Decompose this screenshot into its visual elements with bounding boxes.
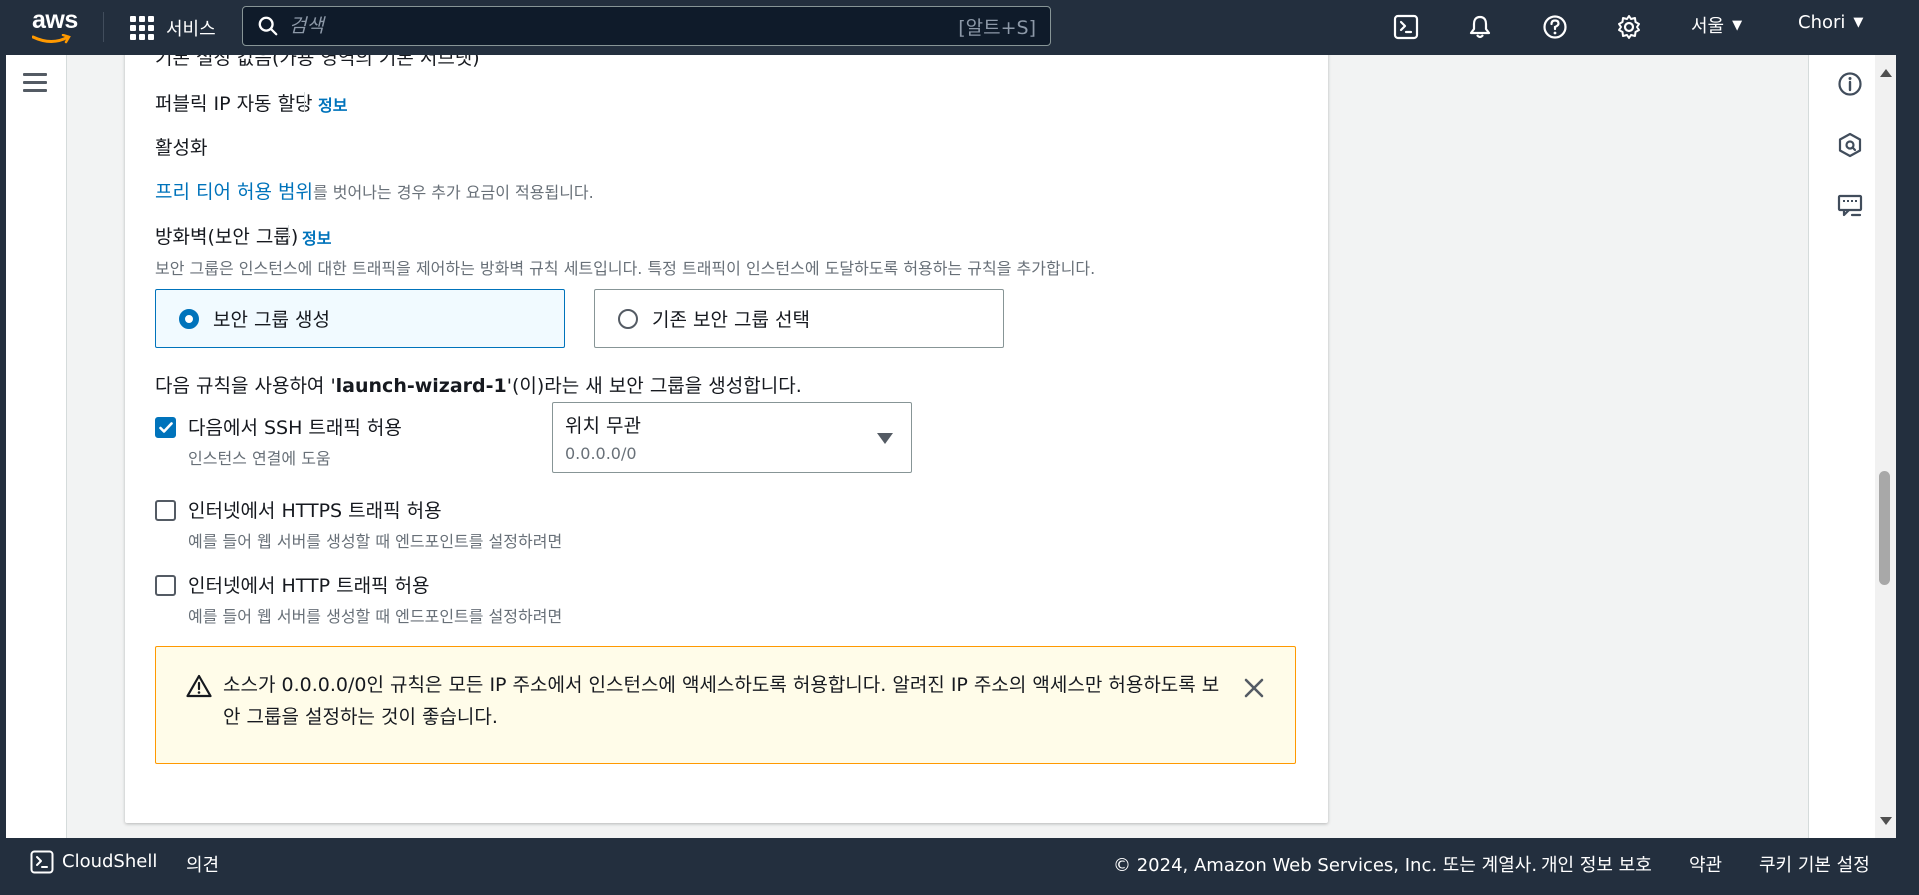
radio-selected[interactable]	[179, 308, 199, 329]
cookie-preferences-link[interactable]: 쿠키 기본 설정	[1759, 851, 1870, 877]
region-selector[interactable]: 서울 ▼	[1691, 12, 1742, 38]
label-divider	[288, 225, 289, 245]
https-label: 인터넷에서 HTTPS 트래픽 허용	[188, 500, 442, 522]
feedback-panel-button[interactable]	[1835, 191, 1865, 221]
cloudshell-icon	[1393, 14, 1419, 40]
select-existing-security-group-option[interactable]: 기존 보안 그룹 선택	[594, 289, 1004, 348]
account-menu[interactable]: Chori ▼	[1798, 12, 1863, 33]
free-tier-suffix: 를 벗어나는 경우 추가 요금이 적용됩니다.	[312, 183, 594, 202]
help-button[interactable]	[1538, 10, 1572, 44]
public-ip-value: 활성화	[155, 137, 208, 159]
firewall-info-link[interactable]: 정보	[302, 225, 331, 249]
caret-down-icon: ▼	[1732, 17, 1743, 33]
search-input[interactable]	[289, 15, 959, 37]
page-scrollbar[interactable]	[1875, 55, 1896, 838]
public-ip-info-link[interactable]: 정보	[318, 92, 347, 116]
warning-icon	[186, 674, 212, 698]
aws-logo-text: aws	[32, 6, 78, 34]
aws-smile-icon	[32, 34, 71, 44]
caret-down-icon	[877, 433, 893, 444]
search-icon	[258, 16, 278, 36]
settings-button[interactable]	[1612, 10, 1646, 44]
ssh-source-value: 위치 무관	[565, 415, 641, 437]
ssh-label: 다음에서 SSH 트래픽 허용	[188, 417, 402, 439]
nav-divider	[103, 12, 104, 42]
close-icon[interactable]	[1241, 675, 1267, 701]
ssh-source-cidr: 0.0.0.0/0	[565, 444, 637, 463]
warning-message: 소스가 0.0.0.0/0인 규칙은 모든 IP 주소에서 인스턴스에 액세스하…	[223, 674, 1220, 728]
open-source-warning-alert: 소스가 0.0.0.0/0인 규칙은 모든 IP 주소에서 인스턴스에 액세스하…	[155, 646, 1296, 764]
caret-down-icon: ▼	[1853, 15, 1864, 30]
ssh-description: 인스턴스 연결에 도움	[188, 449, 331, 468]
top-navigation: aws 서비스 [알트+S]	[0, 0, 1919, 55]
console-footer: CloudShell 의견 © 2024, Amazon Web Service…	[6, 838, 1896, 885]
console-main: 기본 설정 값음(가용 영역의 기본 서브넷) 퍼블릭 IP 자동 할당 정보 …	[6, 55, 1896, 838]
terms-link[interactable]: 약관	[1689, 851, 1722, 877]
cloudshell-icon[interactable]	[30, 850, 54, 874]
http-checkbox[interactable]	[155, 575, 176, 596]
select-existing-label: 기존 보안 그룹 선택	[652, 309, 810, 331]
ssh-checkbox[interactable]	[155, 417, 176, 438]
radio-unselected[interactable]	[618, 308, 638, 329]
aws-logo[interactable]: aws	[30, 6, 82, 46]
info-icon	[1838, 72, 1862, 96]
region-label: 서울	[1691, 16, 1725, 37]
summary-suffix: '(이)라는 새 보안 그룹을 생성합니다.	[506, 375, 802, 397]
create-security-group-option[interactable]: 보안 그룹 생성	[155, 289, 565, 348]
scroll-down-arrow-icon[interactable]	[1880, 817, 1892, 825]
https-description: 예를 들어 웹 서버를 생성할 때 엔드포인트를 설정하려면	[188, 532, 563, 551]
gear-icon	[1618, 15, 1640, 39]
firewall-label: 방화벽(보안 그룹)	[155, 226, 299, 248]
left-navigation	[6, 55, 67, 838]
http-description: 예를 들어 웹 서버를 생성할 때 엔드포인트를 설정하려면	[188, 607, 563, 626]
summary-prefix: 다음 규칙을 사용하여 '	[155, 375, 336, 397]
subnet-value: 기본 설정 값음(가용 영역의 기본 서브넷)	[155, 55, 480, 69]
services-label: 서비스	[166, 19, 216, 40]
network-settings-panel: 기본 설정 값음(가용 영역의 기본 서브넷) 퍼블릭 IP 자동 할당 정보 …	[125, 55, 1328, 823]
public-ip-label: 퍼블릭 IP 자동 할당	[155, 93, 313, 115]
scroll-thumb[interactable]	[1879, 471, 1890, 585]
account-label: Chori	[1798, 12, 1846, 33]
security-panel-button[interactable]	[1835, 130, 1865, 160]
firewall-description: 보안 그룹은 인스턴스에 대한 트래픽을 제어하는 방화벽 규칙 세트입니다. …	[155, 259, 1096, 278]
services-menu-button[interactable]: 서비스	[130, 12, 216, 44]
security-group-name: launch-wizard-1	[335, 375, 507, 397]
search-shortcut-hint: [알트+S]	[958, 16, 1036, 39]
create-security-group-label: 보안 그룹 생성	[213, 309, 330, 331]
create-group-summary: 다음 규칙을 사용하여 'launch-wizard-1'(이)라는 새 보안 …	[155, 371, 802, 398]
search-bar[interactable]: [알트+S]	[242, 6, 1051, 46]
http-label: 인터넷에서 HTTP 트래픽 허용	[188, 575, 430, 597]
free-tier-notice: 프리 티어 허용 범위를 벗어나는 경우 추가 요금이 적용됩니다.	[155, 177, 594, 204]
https-checkbox[interactable]	[155, 500, 176, 521]
notifications-button[interactable]	[1463, 10, 1497, 44]
free-tier-link[interactable]: 프리 티어 허용 범위	[155, 181, 313, 203]
feedback-icon	[1837, 194, 1863, 217]
help-icon	[1543, 15, 1567, 39]
shield-icon	[1838, 132, 1862, 158]
cloudshell-link[interactable]: CloudShell	[62, 851, 157, 872]
checkmark-icon	[158, 421, 173, 433]
privacy-link[interactable]: 개인 정보 보호	[1541, 851, 1652, 877]
cloudshell-button[interactable]	[1389, 10, 1423, 44]
hamburger-icon[interactable]	[23, 73, 47, 97]
feedback-link[interactable]: 의견	[186, 851, 219, 877]
bell-icon	[1469, 15, 1491, 39]
ssh-source-select[interactable]: 위치 무관 0.0.0.0/0	[552, 402, 912, 473]
scroll-up-arrow-icon[interactable]	[1880, 69, 1892, 77]
label-divider	[304, 92, 305, 112]
copyright-text: © 2024, Amazon Web Services, Inc. 또는 계열사…	[1113, 855, 1538, 876]
info-panel-button[interactable]	[1835, 69, 1865, 99]
grid-icon	[130, 16, 154, 40]
